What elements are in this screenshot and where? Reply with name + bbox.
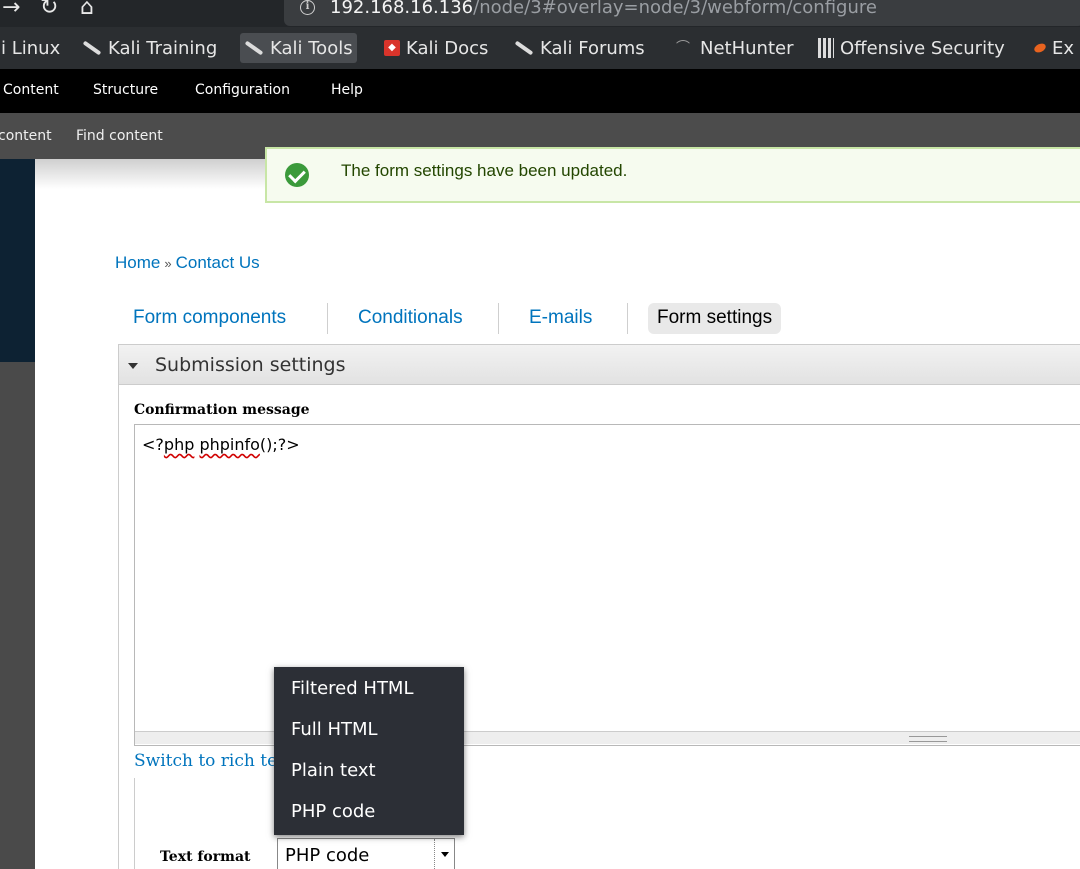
- kali-dragon-icon: [514, 40, 534, 56]
- tab-form-settings[interactable]: Form settings: [648, 303, 782, 334]
- fieldset-legend[interactable]: Submission settings: [119, 345, 1080, 385]
- kali-dragon-icon: [82, 40, 102, 56]
- dropdown-option-filtered-html[interactable]: Filtered HTML: [274, 668, 464, 709]
- bookmark-nethunter[interactable]: ⌒ NetHunter: [676, 33, 793, 63]
- code-suffix: ();?>: [259, 435, 300, 454]
- home-icon[interactable]: ⌂: [80, 0, 94, 19]
- bookmark-offensive-security[interactable]: Offensive Security: [818, 33, 1005, 63]
- bookmark-label: Kali Docs: [406, 37, 489, 59]
- breadcrumb-home-link[interactable]: Home: [115, 253, 160, 272]
- bookmark-label: Offensive Security: [840, 37, 1005, 59]
- tab-divider: [627, 303, 628, 334]
- bookmarks-bar: li Linux Kali Training Kali Tools ◆ Kali…: [0, 27, 1080, 69]
- status-message: The form settings have been updated.: [265, 147, 1080, 203]
- dropdown-option-full-html[interactable]: Full HTML: [274, 709, 464, 750]
- bookmark-label: Ex: [1052, 37, 1075, 59]
- bookmark-kali-forums[interactable]: Kali Forums: [514, 33, 645, 63]
- shortcut-add-content[interactable]: content: [0, 128, 52, 144]
- check-icon: [285, 163, 309, 187]
- site-info-icon[interactable]: i: [300, 0, 315, 15]
- docs-icon: ◆: [384, 40, 400, 56]
- dropdown-option-php-code[interactable]: PHP code: [274, 791, 464, 832]
- tab-divider: [498, 303, 499, 334]
- tab-divider: [327, 303, 328, 334]
- nethunter-icon: ⌒: [676, 40, 690, 56]
- url-path: /node/3#overlay=node/3/webform/configure: [473, 0, 877, 18]
- menu-item-structure[interactable]: Structure: [93, 82, 158, 98]
- bookmark-label: Kali Tools: [270, 37, 353, 59]
- spellcheck-word: phpinfo: [199, 435, 260, 454]
- bookmark-label: Kali Forums: [540, 37, 645, 59]
- bookmark-label: li Linux: [0, 37, 61, 59]
- bookmark-label: NetHunter: [700, 37, 794, 59]
- tab-e-mails[interactable]: E-mails: [520, 303, 601, 334]
- bookmark-kali-linux[interactable]: li Linux: [0, 33, 60, 63]
- chevron-down-icon: [434, 839, 454, 869]
- breadcrumb-contact-us-link[interactable]: Contact Us: [176, 253, 260, 272]
- confirmation-message-value: <?php phpinfo();?>: [142, 435, 300, 454]
- text-format-select[interactable]: PHP code: [277, 838, 455, 869]
- reload-icon[interactable]: ↻: [40, 0, 58, 19]
- confirmation-message-label: Confirmation message: [134, 402, 310, 418]
- bookmark-kali-tools[interactable]: Kali Tools: [240, 33, 357, 63]
- breadcrumb: Home » Contact Us: [115, 253, 260, 273]
- browser-url-bar: → ↻ ⌂ i 192.168.16.136/node/3#overlay=no…: [0, 0, 1080, 27]
- spellcheck-word: php: [163, 435, 195, 454]
- menu-item-configuration[interactable]: Configuration: [195, 82, 290, 98]
- offensive-security-icon: [818, 38, 834, 58]
- dropdown-option-plain-text[interactable]: Plain text: [274, 750, 464, 791]
- overlay-backdrop-top: [0, 159, 35, 362]
- bookmark-label: Kali Training: [108, 37, 218, 59]
- url-host: 192.168.16.136: [330, 0, 474, 18]
- tab-conditionals[interactable]: Conditionals: [349, 303, 472, 334]
- bookmark-exploit-db[interactable]: Ex: [1032, 33, 1075, 63]
- switch-to-rich-text-link[interactable]: Switch to rich tex: [134, 751, 287, 771]
- forward-icon[interactable]: →: [2, 0, 20, 19]
- collapse-arrow-icon: [128, 363, 138, 369]
- text-format-selected-value: PHP code: [285, 845, 370, 866]
- code-prefix: <?: [142, 435, 164, 454]
- exploit-db-icon: [1032, 41, 1048, 55]
- tab-form-components[interactable]: Form components: [124, 303, 295, 334]
- shortcut-find-content[interactable]: Find content: [76, 128, 163, 144]
- status-message-text: The form settings have been updated.: [341, 161, 628, 180]
- bookmark-kali-docs[interactable]: ◆ Kali Docs: [384, 33, 488, 63]
- breadcrumb-separator: »: [164, 256, 172, 271]
- fieldset-legend-text: Submission settings: [155, 354, 346, 376]
- text-format-dropdown: Filtered HTML Full HTML Plain text PHP c…: [274, 667, 464, 835]
- bookmark-kali-training[interactable]: Kali Training: [82, 33, 217, 63]
- url-text[interactable]: 192.168.16.136/node/3#overlay=node/3/web…: [330, 0, 877, 18]
- menu-item-help[interactable]: Help: [331, 82, 363, 98]
- kali-dragon-icon: [244, 40, 264, 56]
- menu-item-content[interactable]: Content: [3, 82, 59, 98]
- admin-toolbar: Content Structure Configuration Help: [0, 69, 1080, 113]
- text-format-label: Text format: [160, 849, 251, 865]
